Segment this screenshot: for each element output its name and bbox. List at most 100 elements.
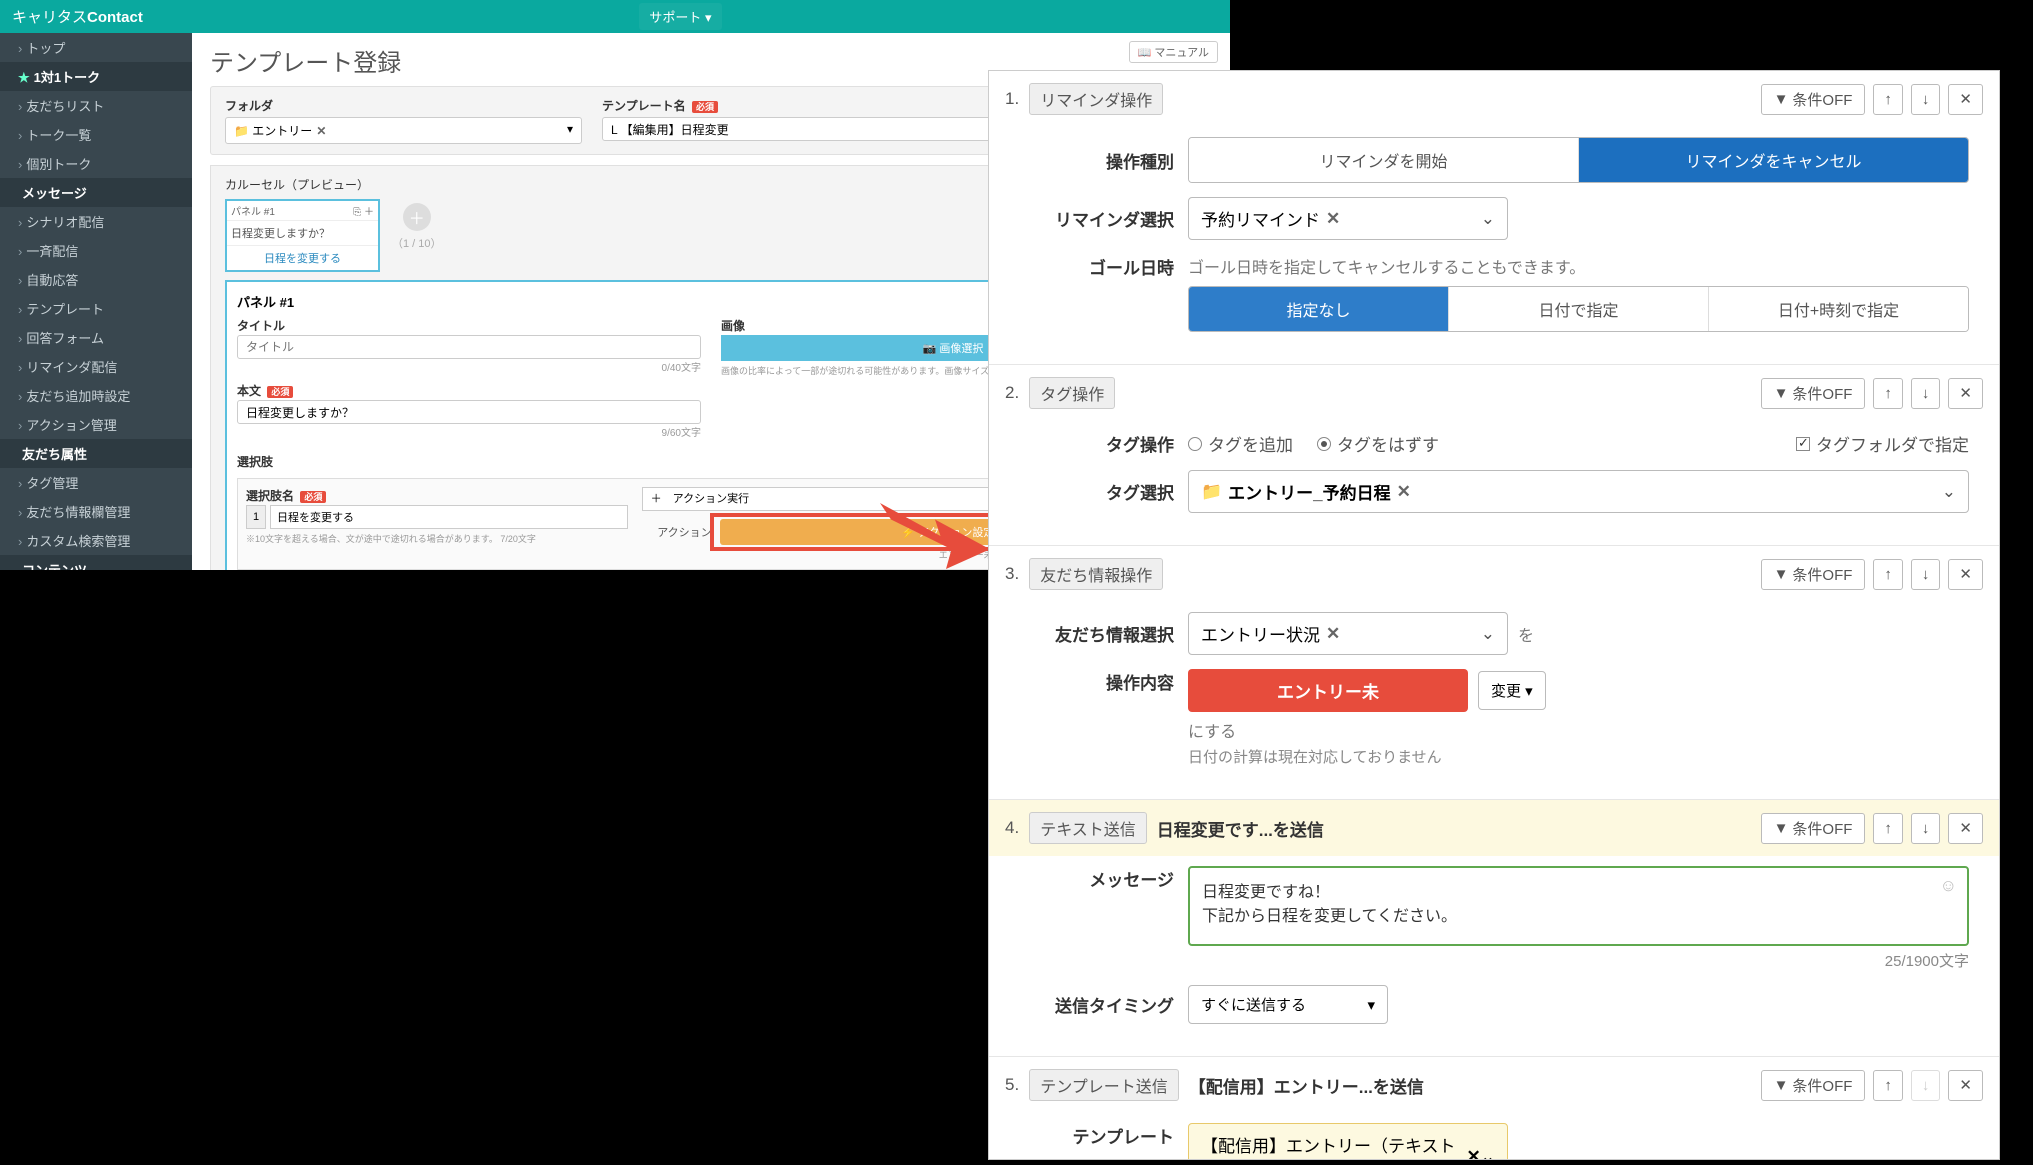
chevron-down-icon: ⌄ <box>1481 624 1495 644</box>
chevron-down-icon: ⌄ <box>1481 1147 1495 1160</box>
title-counter: 0/40文字 <box>237 359 701 374</box>
nav-template[interactable]: テンプレート <box>0 294 192 323</box>
message-textarea[interactable]: 日程変更ですね！ 下記から日程を変更してください。☺ <box>1188 866 1969 946</box>
panel-add-icon[interactable]: ＋ <box>364 207 374 218</box>
date-calc-note: 日付の計算は現在対応しておりません <box>1188 746 1969 767</box>
nav-broadcast[interactable]: 一斉配信 <box>0 236 192 265</box>
goal-date-segment[interactable]: 指定なし 日付で指定 日付+時刻で指定 <box>1188 286 1969 332</box>
move-up-button[interactable]: ↑ <box>1873 813 1903 844</box>
seg-goal-date[interactable]: 日付で指定 <box>1449 287 1709 331</box>
move-up-button[interactable]: ↑ <box>1873 1070 1903 1101</box>
radio-tag-add[interactable]: タグを追加 <box>1188 431 1293 456</box>
change-dropdown[interactable]: 変更 ▾ <box>1478 671 1546 710</box>
folder-clear-icon[interactable]: ✕ <box>316 124 326 138</box>
seg-goal-datetime[interactable]: 日付+時刻で指定 <box>1709 287 1968 331</box>
friend-info-select-label: 友だち情報選択 <box>1019 621 1174 646</box>
delete-button[interactable]: ✕ <box>1948 1070 1983 1101</box>
template-select[interactable]: 【配信用】エントリー（テキスト＋カルーセル日程） ✕ ⌄ <box>1188 1123 1508 1160</box>
move-up-button[interactable]: ↑ <box>1873 378 1903 409</box>
nav-section-message: メッセージ <box>0 178 192 207</box>
condition-off-button[interactable]: ▼条件OFF <box>1761 378 1866 409</box>
operation-content-label: 操作内容 <box>1019 669 1174 694</box>
reminder-select[interactable]: 予約リマインド✕ ⌄ <box>1188 197 1508 240</box>
condition-off-button[interactable]: ▼条件OFF <box>1761 84 1866 115</box>
filter-icon: ▼ <box>1774 820 1789 837</box>
condition-off-button[interactable]: ▼条件OFF <box>1761 1070 1866 1101</box>
message-label: メッセージ <box>1019 866 1174 891</box>
nav-autoreply[interactable]: 自動応答 <box>0 265 192 294</box>
clear-icon[interactable]: ✕ <box>1326 209 1340 229</box>
folder-icon: 📁 <box>234 124 249 138</box>
nav-scenario[interactable]: シナリオ配信 <box>0 207 192 236</box>
delete-button[interactable]: ✕ <box>1948 378 1983 409</box>
title-input[interactable] <box>237 335 701 359</box>
support-menu[interactable]: サポート ▾ <box>639 3 721 30</box>
send-timing-select[interactable]: すぐに送信する▾ <box>1188 985 1388 1024</box>
delete-button[interactable]: ✕ <box>1948 84 1983 115</box>
nav-tag-mgmt[interactable]: タグ管理 <box>0 468 192 497</box>
nav-individual-talk[interactable]: 個別トーク <box>0 149 192 178</box>
nav-friend-list[interactable]: 友だちリスト <box>0 91 192 120</box>
choice-name-input[interactable] <box>270 505 628 529</box>
friend-info-select[interactable]: エントリー状況✕ ⌄ <box>1188 612 1508 655</box>
step-title: 【配信用】エントリー...を送信 <box>1189 1073 1424 1098</box>
friend-info-value: エントリー未 <box>1188 669 1468 712</box>
panel-dup-icon[interactable]: ⎘ <box>353 207 361 218</box>
step-reminder: 1. リマインダ操作 ▼条件OFF ↑ ↓ ✕ 操作種別 リマインダを開始 リマ… <box>989 71 1999 365</box>
move-down-button[interactable]: ↓ <box>1911 84 1941 115</box>
chevron-down-icon: ▾ <box>567 122 573 136</box>
manual-button[interactable]: 📖 マニュアル <box>1129 41 1218 63</box>
delete-button[interactable]: ✕ <box>1948 813 1983 844</box>
app-header: キャリタスContact サポート ▾ <box>0 0 1230 33</box>
body-field-label: 本文 必須 <box>237 384 293 398</box>
step-template-send: 5. テンプレート送信 【配信用】エントリー...を送信 ▼条件OFF ↑ ↓ … <box>989 1057 1999 1160</box>
nav-answer-form[interactable]: 回答フォーム <box>0 323 192 352</box>
tag-operation-label: タグ操作 <box>1019 431 1174 456</box>
clear-icon[interactable]: ✕ <box>1467 1147 1481 1160</box>
choice-name-label: 選択肢名 必須 <box>246 489 326 503</box>
body-input[interactable] <box>237 400 701 424</box>
action-label: アクション <box>642 524 712 540</box>
body-counter: 9/60文字 <box>237 424 701 439</box>
move-down-button[interactable]: ↓ <box>1911 378 1941 409</box>
condition-off-button[interactable]: ▼条件OFF <box>1761 813 1866 844</box>
move-down-button[interactable]: ↓ <box>1911 813 1941 844</box>
folder-label: フォルダ <box>225 97 582 114</box>
image-label: 画像 <box>721 319 745 333</box>
folder-select[interactable]: 📁 エントリー✕ ▾ <box>225 117 582 144</box>
choice-number: 1 <box>246 505 266 529</box>
nav-reminder[interactable]: リマインダ配信 <box>0 352 192 381</box>
choice-note: ※10文字を超える場合、文が途中で途切れる場合があります。 7/20文字 <box>246 532 628 545</box>
tag-select-label: タグ選択 <box>1019 479 1174 504</box>
nav-top[interactable]: トップ <box>0 33 192 62</box>
condition-off-button[interactable]: ▼条件OFF <box>1761 559 1866 590</box>
nav-talk-list[interactable]: トーク一覧 <box>0 120 192 149</box>
seg-reminder-start[interactable]: リマインダを開始 <box>1189 138 1579 182</box>
panel-preview-card[interactable]: パネル #1⎘ ＋ 日程変更しますか？ 日程を変更する <box>225 199 380 272</box>
nav-custom-search[interactable]: カスタム検索管理 <box>0 526 192 555</box>
move-down-button[interactable]: ↓ <box>1911 559 1941 590</box>
checkbox-tag-folder[interactable]: タグフォルダで指定 <box>1796 431 1969 456</box>
delete-button[interactable]: ✕ <box>1948 559 1983 590</box>
nav-action-mgmt[interactable]: アクション管理 <box>0 410 192 439</box>
tag-select[interactable]: 📁 エントリー_予約日程✕ ⌄ <box>1188 470 1969 513</box>
seg-reminder-cancel[interactable]: リマインダをキャンセル <box>1579 138 1968 182</box>
nav-1to1-talk[interactable]: 1対1トーク <box>0 62 192 91</box>
chevron-down-icon: ⌄ <box>1481 209 1495 229</box>
callout-arrow <box>880 480 990 570</box>
move-up-button[interactable]: ↑ <box>1873 84 1903 115</box>
clear-icon[interactable]: ✕ <box>1397 482 1411 502</box>
nav-friend-info-mgmt[interactable]: 友だち情報欄管理 <box>0 497 192 526</box>
clear-icon[interactable]: ✕ <box>1326 624 1340 644</box>
nav-friend-add-setting[interactable]: 友だち追加時設定 <box>0 381 192 410</box>
radio-tag-remove[interactable]: タグをはずす <box>1317 431 1439 456</box>
operation-kind-segment[interactable]: リマインダを開始 リマインダをキャンセル <box>1188 137 1969 183</box>
send-timing-label: 送信タイミング <box>1019 992 1174 1017</box>
seg-goal-none[interactable]: 指定なし <box>1189 287 1449 331</box>
step-type-tag: リマインダ操作 <box>1029 83 1163 115</box>
emoji-icon[interactable]: ☺ <box>1940 876 1957 896</box>
operation-kind-label: 操作種別 <box>1019 148 1174 173</box>
add-panel-button[interactable]: ＋ （1 / 10） <box>392 199 442 251</box>
folder-icon: 📁 <box>1201 482 1222 502</box>
move-up-button[interactable]: ↑ <box>1873 559 1903 590</box>
